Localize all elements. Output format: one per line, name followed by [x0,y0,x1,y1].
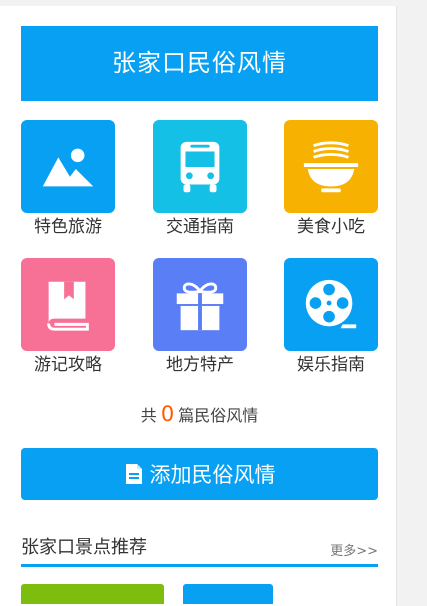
category-label: 游记攻略 [34,355,102,375]
category-tile-tourism[interactable]: 特色旅游 [21,120,115,238]
more-link[interactable]: 更多>> [330,540,378,559]
recommend-card[interactable] [183,584,273,604]
content-panel: 张家口民俗风情 特色旅游 交通指南 美食小吃 游记攻略 地方特产 娱乐指南 共 … [0,6,397,606]
add-folk-custom-button[interactable]: 添加民俗风情 [21,448,378,500]
category-tile-traffic[interactable]: 交通指南 [153,120,247,238]
count-prefix: 共 [140,406,157,425]
category-tile-entertainment[interactable]: 娱乐指南 [284,258,378,376]
category-tile-travel-notes[interactable]: 游记攻略 [21,258,115,376]
bus-icon [153,120,247,213]
document-icon [124,463,144,485]
category-label: 娱乐指南 [297,355,365,375]
count-number: 0 [160,402,175,426]
category-tile-food[interactable]: 美食小吃 [284,120,378,238]
category-tile-specialties[interactable]: 地方特产 [153,258,247,376]
gift-icon [153,258,247,351]
category-label: 地方特产 [166,355,234,375]
category-label: 美食小吃 [297,217,365,237]
article-count: 共 0 篇民俗风情 [21,400,378,430]
category-label: 特色旅游 [34,217,102,237]
page-banner: 张家口民俗风情 [21,26,378,101]
recommend-card[interactable] [21,584,164,604]
film-reel-icon [284,258,378,351]
book-icon [21,258,115,351]
section-title: 张家口景点推荐 [21,537,147,558]
recommend-section-header: 张家口景点推荐 更多>> [21,531,378,567]
noodle-bowl-icon [284,120,378,213]
category-label: 交通指南 [166,217,234,237]
landscape-icon [21,120,115,213]
add-button-label: 添加民俗风情 [149,463,276,487]
count-suffix: 篇民俗风情 [178,406,259,425]
